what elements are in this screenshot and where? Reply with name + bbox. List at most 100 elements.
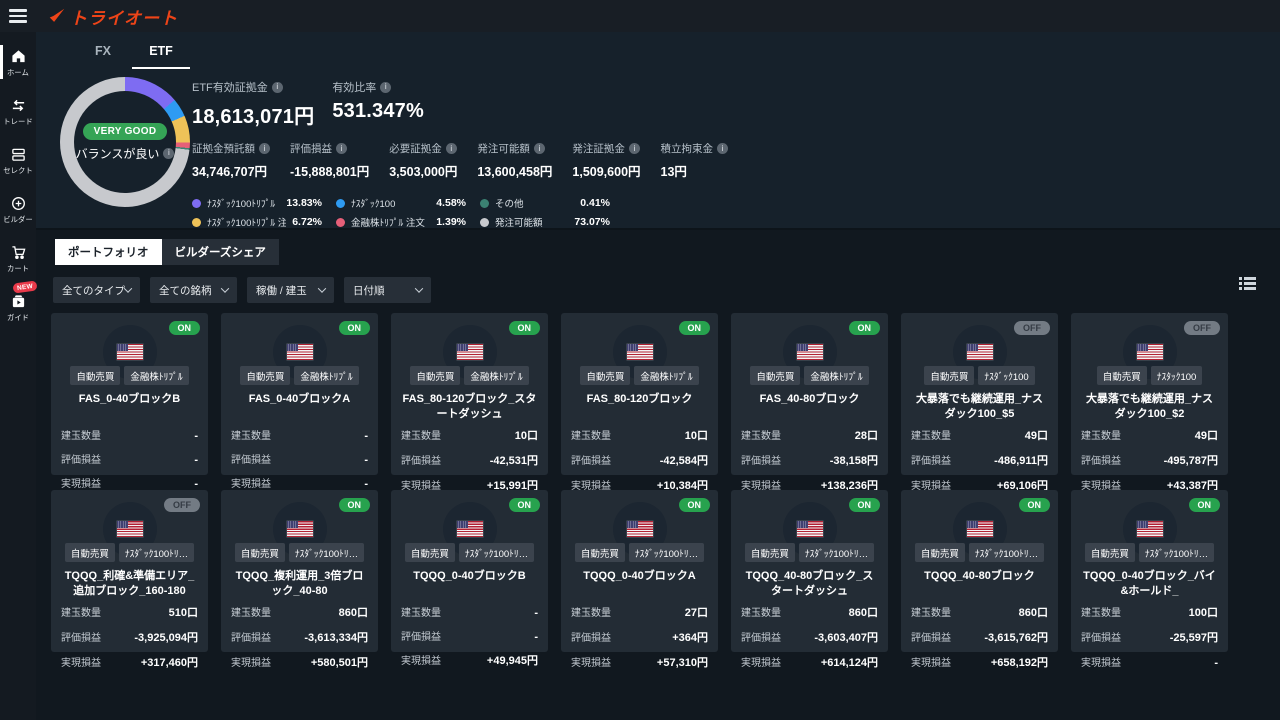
filter-status-dropdown[interactable]: 稼働 / 建玉 (247, 277, 334, 303)
unrealized-value: - (364, 453, 368, 466)
strategy-card[interactable]: ON 自動売買 金融株ﾄﾘﾌﾟﾙ FAS_80-120ブロック 建玉数量 10口 … (561, 313, 718, 492)
instrument-chip: 金融株ﾄﾘﾌﾟﾙ (294, 366, 359, 385)
sidebar-item-cart[interactable]: カート (0, 235, 36, 284)
auto-trade-chip: 自動売買 (914, 543, 965, 562)
unrealized-label: 評価損益 (1081, 632, 1121, 644)
card-stats: 建玉数量 10口 評価損益 -42,531円 実現損益 +15,991円 (401, 422, 538, 497)
card-title: TQQQ_40-80ブロック (924, 570, 1035, 582)
list-view-icon[interactable] (1239, 276, 1256, 296)
tab-etf[interactable]: ETF (132, 44, 190, 69)
status-badge: ON (508, 321, 540, 335)
info-icon[interactable]: i (163, 147, 175, 159)
sidebar-item-trade[interactable]: トレード (0, 88, 36, 137)
select-list-icon (11, 148, 25, 161)
info-icon[interactable]: i (259, 143, 270, 154)
status-badge: ON (168, 321, 200, 335)
brand-logo[interactable]: トライオート (48, 4, 178, 29)
card-stats: 建玉数量 28口 評価損益 -38,158円 実現損益 +138,236円 (741, 422, 878, 497)
filter-symbol-dropdown[interactable]: 全ての銘柄 (150, 277, 237, 303)
info-icon[interactable]: i (445, 143, 457, 154)
strategy-card[interactable]: ON 自動売買 ﾅｽﾀﾞｯｸ100ﾄﾘ… TQQQ_40-80ブロック 建玉数量… (901, 490, 1058, 669)
stat-order-margin: 発注証拠金 i 1,509,600円 (572, 143, 641, 179)
card-chips: 自動売買 金融株ﾄﾘﾌﾟﾙ (231, 366, 368, 385)
info-icon[interactable]: i (271, 81, 283, 93)
sidebar-item-builder[interactable]: ビルダー (0, 186, 36, 235)
info-icon[interactable]: i (336, 143, 347, 154)
card-chips: 自動売買 金融株ﾄﾘﾌﾟﾙ (61, 366, 198, 385)
strategy-card[interactable]: ON 自動売買 金融株ﾄﾘﾌﾟﾙ FAS_80-120ブロック_スタートダッシュ… (391, 313, 548, 492)
auto-trade-chip: 自動売買 (744, 543, 795, 562)
instrument-chip: ﾅｽﾀﾞｯｸ100ﾄﾘ… (118, 543, 195, 562)
stat-deposit: 証拠金預託額 i 34,746,707円 (192, 141, 270, 180)
strategy-card[interactable]: ON 自動売買 ﾅｽﾀﾞｯｸ100ﾄﾘ… TQQQ_0-40ブロックA 建玉数量… (561, 490, 718, 669)
auto-trade-chip: 自動売買 (240, 366, 291, 385)
strategy-card[interactable]: ON 自動売買 ﾅｽﾀﾞｯｸ100ﾄﾘ… TQQQ_0-40ブロック_バイ&ホー… (1071, 490, 1228, 669)
card-stats: 建玉数量 860口 評価損益 -3,615,762円 実現損益 +658,192円 (911, 599, 1048, 674)
unrealized-value: -486,911円 (994, 454, 1048, 467)
filter-type-dropdown[interactable]: 全てのタイプ (53, 277, 140, 303)
tab-fx[interactable]: FX (74, 44, 132, 69)
builder-plus-icon (11, 197, 25, 210)
realized-value: +614,124円 (820, 656, 878, 669)
portfolio-section: ポートフォリオ ビルダーズシェア 全てのタイプ 全ての銘柄 稼働 / 建玉 日付… (36, 230, 1280, 720)
legend-item: ﾅｽﾀﾞｯｸ100ﾄﾘﾌﾟﾙ 13.83% (192, 195, 322, 211)
strategy-card[interactable]: ON 自動売買 ﾅｽﾀﾞｯｸ100ﾄﾘ… TQQQ_40-80ブロック_スタート… (731, 490, 888, 669)
status-badge: ON (848, 321, 880, 335)
tab-portfolio[interactable]: ポートフォリオ (55, 239, 162, 265)
legend-item: その他 0.41% (480, 195, 610, 211)
qty-label: 建玉数量 (1081, 430, 1121, 442)
unrealized-value: - (534, 630, 538, 643)
card-stats: 建玉数量 510口 評価損益 -3,925,094円 実現損益 +317,460円 (61, 599, 198, 674)
chevron-down-icon (317, 284, 327, 293)
strategy-card[interactable]: ON 自動売買 金融株ﾄﾘﾌﾟﾙ FAS_0-40ブロックB 建玉数量 - 評価損… (51, 313, 208, 490)
instrument-chip: 金融株ﾄﾘﾌﾟﾙ (804, 366, 869, 385)
legend-item: 金融株ﾄﾘﾌﾟﾙ 注文 1.39% (336, 214, 466, 230)
auto-trade-chip: 自動売買 (404, 543, 455, 562)
sidebar-item-home[interactable]: ホーム (0, 39, 36, 88)
filter-sort-dropdown[interactable]: 日付順 (344, 277, 431, 303)
realized-value: - (194, 477, 198, 490)
qty-value: 10口 (684, 429, 708, 442)
strategy-card[interactable]: OFF 自動売買 ﾅｽﾀﾞｯｸ100 大暴落でも継続運用_ナスダック100_$5… (901, 313, 1058, 492)
brand-name: トライオート (70, 8, 178, 28)
info-icon[interactable]: i (533, 143, 545, 154)
realized-label: 実現損益 (231, 657, 271, 669)
card-stats: 建玉数量 10口 評価損益 -42,584円 実現損益 +10,384円 (571, 422, 708, 497)
strategy-card[interactable]: OFF 自動売買 ﾅｽﾀｯｸ100 大暴落でも継続運用_ナスダック100_$2 … (1071, 313, 1228, 492)
strategy-card[interactable]: ON 自動売買 金融株ﾄﾘﾌﾟﾙ FAS_40-80ブロック 建玉数量 28口 評… (731, 313, 888, 492)
qty-label: 建玉数量 (231, 430, 271, 442)
chevron-down-icon (414, 284, 424, 293)
unrealized-label: 評価損益 (571, 455, 611, 467)
info-icon[interactable]: i (628, 143, 640, 154)
legend-item: ﾅｽﾀﾞｯｸ100 4.58% (336, 195, 466, 211)
card-stats: 建玉数量 100口 評価損益 -25,597円 実現損益 - (1081, 599, 1218, 673)
stat-value: 18,613,071円 (192, 106, 315, 128)
info-icon[interactable]: i (717, 143, 729, 154)
stat-margin-ratio: 有効比率 i 531.347% (332, 81, 424, 122)
instrument-chip: ﾅｽﾀﾞｯｸ100ﾄﾘ… (458, 543, 535, 562)
qty-value: 10口 (514, 429, 538, 442)
realized-label: 実現損益 (911, 657, 951, 669)
realized-label: 実現損益 (231, 478, 271, 490)
sidebar-item-guide[interactable]: NEW ガイド (0, 280, 38, 333)
strategy-card[interactable]: ON 自動売買 ﾅｽﾀﾞｯｸ100ﾄﾘ… TQQQ_0-40ブロックB 建玉数量… (391, 490, 548, 667)
account-summary-panel: FX ETF VERY GOOD バランスが良い i ETF有効証拠金 i 18… (36, 32, 1280, 230)
unrealized-label: 評価損益 (61, 454, 101, 466)
card-title: 大暴落でも継続運用_ナスダック100_$5 (915, 393, 1044, 420)
qty-label: 建玉数量 (61, 607, 101, 619)
sidebar-item-select[interactable]: セレクト (0, 137, 36, 186)
strategy-card[interactable]: OFF 自動売買 ﾅｽﾀﾞｯｸ100ﾄﾘ… TQQQ_利確&準備エリア_追加ブロ… (51, 490, 208, 669)
info-icon[interactable]: i (380, 81, 392, 93)
instrument-chip: ﾅｽﾀﾞｯｸ100ﾄﾘ… (628, 543, 705, 562)
qty-label: 建玉数量 (401, 607, 441, 619)
tab-builders-share[interactable]: ビルダーズシェア (161, 239, 279, 265)
card-chips: 自動売買 金融株ﾄﾘﾌﾟﾙ (741, 366, 878, 385)
card-chips: 自動売買 ﾅｽﾀﾞｯｸ100ﾄﾘ… (61, 543, 198, 562)
stat-required-margin: 必要証拠金 i 3,503,000円 (389, 143, 458, 179)
hamburger-menu-icon[interactable] (0, 0, 36, 32)
strategy-card[interactable]: ON 自動売買 ﾅｽﾀﾞｯｸ100ﾄﾘ… TQQQ_複利運用_3倍ブロック_40… (221, 490, 378, 669)
brand-mark-icon (49, 8, 65, 22)
auto-trade-chip: 自動売買 (64, 543, 115, 562)
strategy-card[interactable]: ON 自動売買 金融株ﾄﾘﾌﾟﾙ FAS_0-40ブロックA 建玉数量 - 評価損… (221, 313, 378, 490)
instrument-chip: 金融株ﾄﾘﾌﾟﾙ (634, 366, 699, 385)
